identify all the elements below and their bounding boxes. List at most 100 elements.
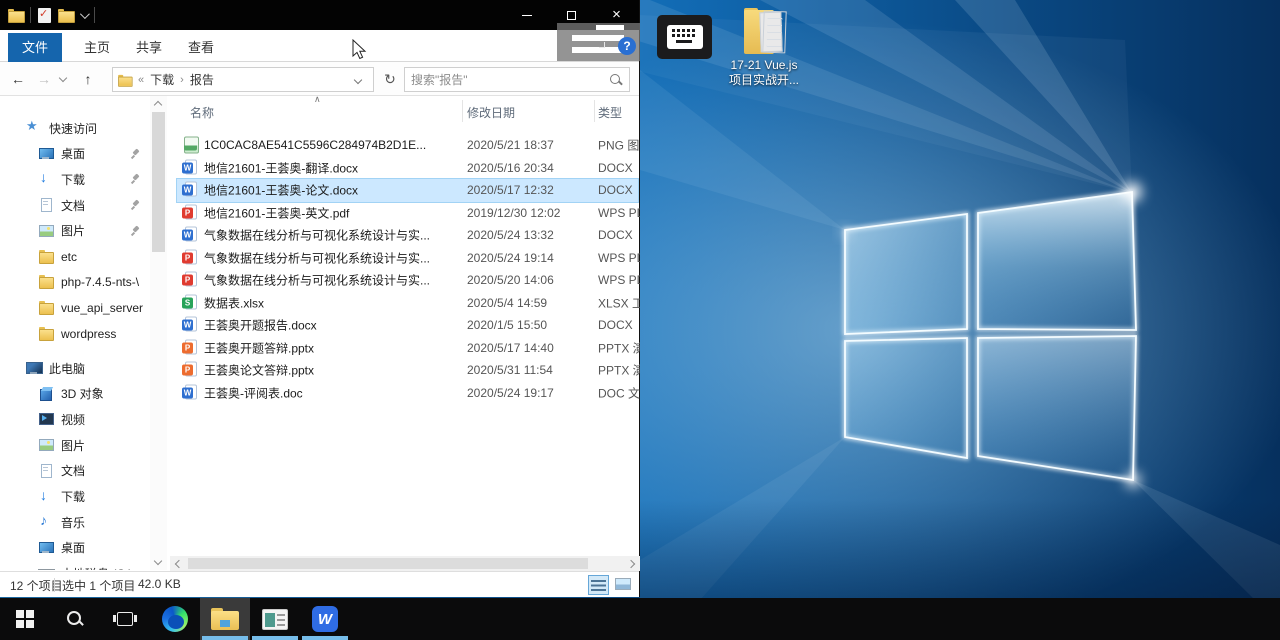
details-view-button[interactable]: [588, 575, 609, 595]
file-type: PNG 图: [598, 137, 640, 154]
taskbar-search-button[interactable]: [50, 598, 100, 640]
task-view-button[interactable]: [100, 598, 150, 640]
search-input[interactable]: [405, 73, 609, 87]
scroll-up-icon[interactable]: [154, 101, 162, 109]
nav-item[interactable]: 文档: [0, 192, 150, 218]
nav-label: 视频: [61, 411, 85, 428]
app-window-button[interactable]: [250, 598, 300, 640]
tab-file[interactable]: 文件: [8, 33, 62, 62]
tab-home[interactable]: 主页: [70, 33, 124, 62]
nav-group-quick-access[interactable]: 快速访问: [0, 115, 150, 141]
nav-item[interactable]: 音乐: [0, 509, 150, 535]
file-row[interactable]: W王荟奥-评阅表.doc2020/5/24 19:17DOC 文: [177, 382, 638, 405]
thumbnail-view-button[interactable]: [613, 575, 634, 595]
music-note-icon: [38, 515, 54, 529]
breadcrumb-reports[interactable]: 报告: [190, 71, 214, 88]
column-divider[interactable]: [462, 100, 463, 122]
file-explorer-button[interactable]: [200, 598, 250, 640]
breadcrumb-overflow[interactable]: «: [138, 74, 144, 86]
column-date[interactable]: 修改日期: [467, 104, 515, 121]
scroll-thumb[interactable]: [188, 558, 588, 569]
scroll-down-icon[interactable]: [154, 557, 162, 565]
touch-keyboard-button[interactable]: [657, 15, 712, 59]
file-row[interactable]: W气象数据在线分析与可视化系统设计与实...2020/5/24 13:32DOC…: [177, 224, 638, 247]
help-button[interactable]: ?: [618, 37, 636, 55]
recent-locations-dropdown-icon[interactable]: [56, 62, 70, 96]
file-row[interactable]: W地信21601-王荟奥-翻译.docx2020/5/16 20:34DOCX: [177, 157, 638, 180]
minimize-button[interactable]: [504, 0, 549, 30]
file-row[interactable]: P王荟奥论文答辩.pptx2020/5/31 11:54PPTX 演: [177, 359, 638, 382]
nav-label: vue_api_server: [61, 301, 143, 315]
nav-item[interactable]: 视频: [0, 406, 150, 432]
folder-icon: [736, 8, 792, 56]
explorer-folder-icon[interactable]: [8, 9, 23, 21]
nav-item[interactable]: etc: [0, 244, 150, 270]
forward-button[interactable]: →: [32, 62, 56, 96]
properties-icon[interactable]: [38, 8, 51, 23]
nav-item[interactable]: php-7.4.5-nts-\: [0, 269, 150, 295]
file-row[interactable]: P地信21601-王荟奥-英文.pdf2019/12/30 12:02WPS P…: [177, 202, 638, 225]
file-name: 气象数据在线分析与可视化系统设计与实...: [204, 227, 454, 244]
address-box[interactable]: « 下载 › 报告: [112, 67, 374, 92]
refresh-button[interactable]: ↻: [378, 67, 402, 92]
nav-item[interactable]: 下载: [0, 484, 150, 510]
scroll-right-icon[interactable]: [627, 560, 635, 568]
file-row[interactable]: W地信21601-王荟奥-论文.docx2020/5/17 12:32DOCX: [177, 179, 638, 202]
nav-item[interactable]: 下载: [0, 166, 150, 192]
horizontal-scrollbar[interactable]: [170, 556, 640, 571]
nav-item[interactable]: vue_api_server: [0, 295, 150, 321]
edge-button[interactable]: [150, 598, 200, 640]
up-button[interactable]: ↑: [76, 62, 100, 96]
doc-file-icon: W: [182, 384, 199, 401]
png-file-icon: [182, 137, 199, 154]
file-row[interactable]: P气象数据在线分析与可视化系统设计与实...2020/5/20 14:06WPS…: [177, 269, 638, 292]
tab-view[interactable]: 查看: [174, 33, 228, 62]
address-bar: ← → ↑ « 下载 › 报告 ↻: [0, 62, 639, 96]
pin-icon: [131, 226, 141, 236]
tab-share[interactable]: 共享: [122, 33, 176, 62]
wps-office-button[interactable]: W: [300, 598, 350, 640]
file-row[interactable]: W王荟奥开题报告.docx2020/1/5 15:50DOCX: [177, 314, 638, 337]
nav-item[interactable]: 文档: [0, 458, 150, 484]
local-disk-icon: [38, 567, 54, 570]
nav-label: 桌面: [61, 145, 85, 162]
keyboard-icon: [667, 25, 703, 49]
column-name[interactable]: 名称: [190, 104, 214, 121]
address-dropdown-icon[interactable]: [354, 75, 362, 83]
nav-item[interactable]: wordpress: [0, 321, 150, 347]
nav-item[interactable]: 桌面: [0, 535, 150, 561]
minimize-ribbon-icon: [599, 42, 605, 48]
file-row[interactable]: P王荟奥开题答辩.pptx2020/5/17 14:40PPTX 演: [177, 337, 638, 360]
scroll-thumb[interactable]: [152, 112, 165, 252]
customize-dropdown-icon[interactable]: [80, 9, 90, 19]
nav-item[interactable]: 3D 对象: [0, 381, 150, 407]
search-icon[interactable]: [609, 73, 623, 87]
column-type[interactable]: 类型: [598, 104, 622, 121]
breadcrumb-downloads[interactable]: 下载: [150, 71, 174, 88]
file-row[interactable]: 1C0CAC8AE541C5596C284974B2D1E...2020/5/2…: [177, 134, 638, 157]
pdf-file-icon: P: [182, 272, 199, 289]
nav-item[interactable]: 图片: [0, 432, 150, 458]
start-button[interactable]: [0, 598, 50, 640]
navigation-pane: 快速访问桌面下载文档图片etcphp-7.4.5-nts-\vue_api_se…: [0, 96, 150, 570]
app-window-icon: [262, 609, 288, 630]
desktop-monitor-icon: [38, 147, 54, 161]
file-date: 2020/5/21 18:37: [467, 138, 589, 152]
nav-group-this-pc[interactable]: 此电脑: [0, 355, 150, 381]
back-button[interactable]: ←: [6, 62, 30, 96]
nav-scrollbar[interactable]: [150, 96, 167, 570]
nav-item[interactable]: 图片: [0, 218, 150, 244]
xlsx-file-icon: S: [182, 294, 199, 311]
new-folder-icon[interactable]: [58, 9, 73, 21]
file-name: 气象数据在线分析与可视化系统设计与实...: [204, 272, 454, 289]
nav-item[interactable]: 本地磁盘 (C:): [0, 561, 150, 570]
nav-label: wordpress: [61, 327, 116, 341]
file-row[interactable]: S数据表.xlsx2020/5/4 14:59XLSX 工: [177, 292, 638, 315]
nav-item[interactable]: 桌面: [0, 141, 150, 167]
desktop-shortcut-vuejs[interactable]: 17-21 Vue.js 项目实战开...: [708, 8, 820, 88]
column-divider[interactable]: [594, 100, 595, 122]
file-row[interactable]: P气象数据在线分析与可视化系统设计与实...2020/5/24 19:14WPS…: [177, 247, 638, 270]
scroll-left-icon[interactable]: [175, 560, 183, 568]
mouse-cursor: [352, 39, 368, 61]
video-screen-icon: [38, 412, 54, 426]
